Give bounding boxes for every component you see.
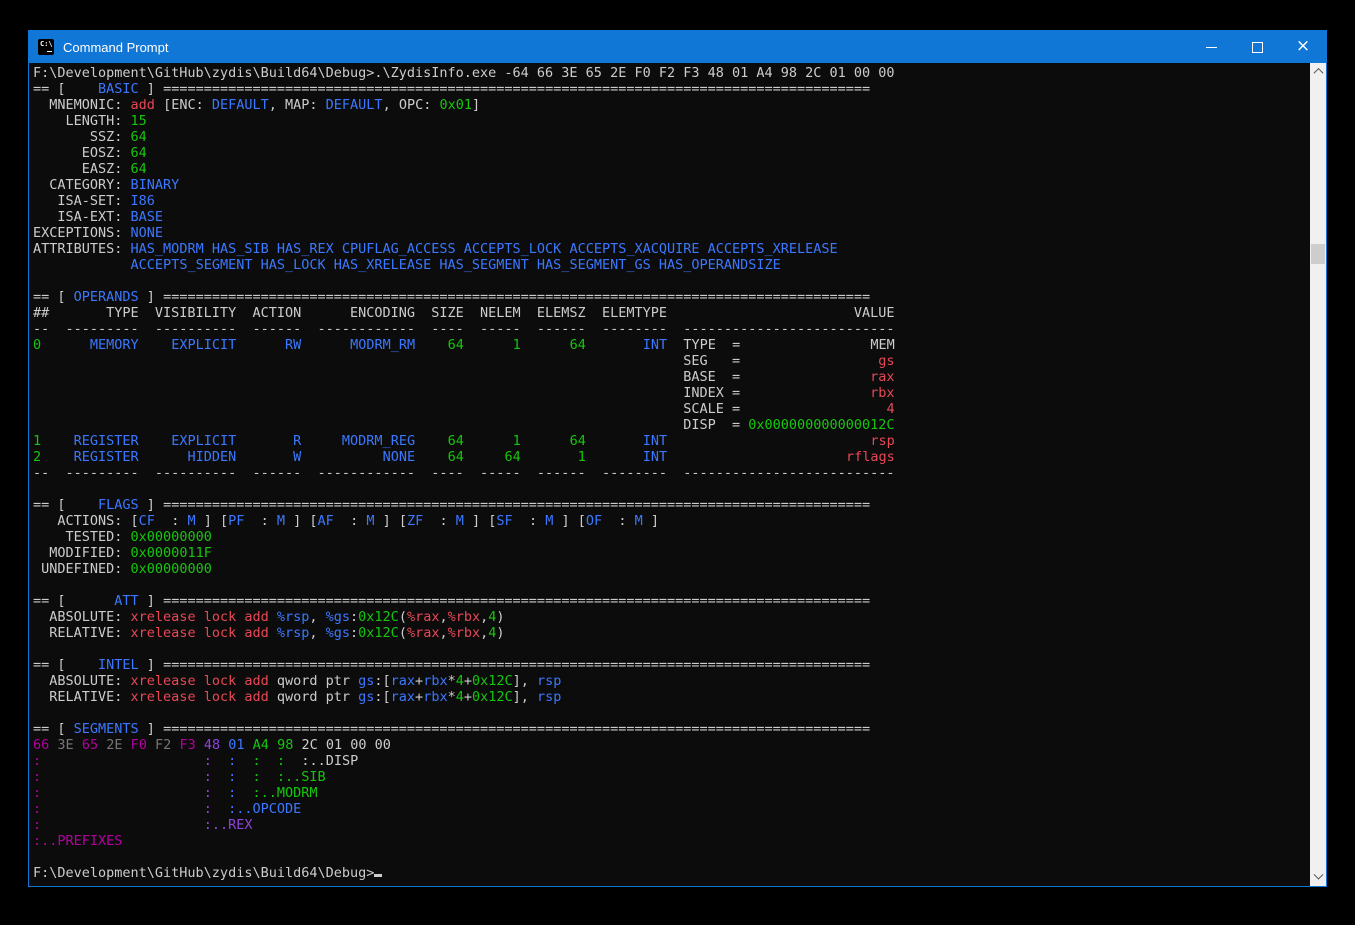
console-line bbox=[33, 481, 1310, 497]
text-cursor bbox=[374, 874, 382, 877]
console-line: ACTIONS: [CF : M ] [PF : M ] [AF : M ] [… bbox=[33, 513, 1310, 529]
maximize-button[interactable] bbox=[1234, 31, 1280, 63]
console-line: CATEGORY: BINARY bbox=[33, 177, 1310, 193]
chevron-down-icon bbox=[1313, 870, 1323, 880]
minimize-icon bbox=[1206, 47, 1217, 48]
console-line: EOSZ: 64 bbox=[33, 145, 1310, 161]
console-line: UNDEFINED: 0x00000000 bbox=[33, 561, 1310, 577]
console-line: INDEX = rbx bbox=[33, 385, 1310, 401]
console-line: SEG = gs bbox=[33, 353, 1310, 369]
console-line: ABSOLUTE: xrelease lock add qword ptr gs… bbox=[33, 673, 1310, 689]
console-line: TESTED: 0x00000000 bbox=[33, 529, 1310, 545]
console-line: ABSOLUTE: xrelease lock add %rsp, %gs:0x… bbox=[33, 609, 1310, 625]
console-line bbox=[33, 577, 1310, 593]
window-title: Command Prompt bbox=[63, 40, 1188, 55]
console-line: == [ FLAGS ] ===========================… bbox=[33, 497, 1310, 513]
console-line: EASZ: 64 bbox=[33, 161, 1310, 177]
console-line: SCALE = 4 bbox=[33, 401, 1310, 417]
console-line: MODIFIED: 0x0000011F bbox=[33, 545, 1310, 561]
console-line: 66 3E 65 2E F0 F2 F3 48 01 A4 98 2C 01 0… bbox=[33, 737, 1310, 753]
console-line: ACCEPTS_SEGMENT HAS_LOCK HAS_XRELEASE HA… bbox=[33, 257, 1310, 273]
console-line: -- --------- ---------- ------ ---------… bbox=[33, 321, 1310, 337]
console-line: F:\Development\GitHub\zydis\Build64\Debu… bbox=[33, 865, 1310, 881]
chevron-up-icon bbox=[1313, 68, 1323, 78]
console-line: == [ OPERANDS ] ========================… bbox=[33, 289, 1310, 305]
console-line: MNEMONIC: add [ENC: DEFAULT, MAP: DEFAUL… bbox=[33, 97, 1310, 113]
close-icon: × bbox=[1296, 38, 1310, 55]
console-line: : :..REX bbox=[33, 817, 1310, 833]
console-line: RELATIVE: xrelease lock add qword ptr gs… bbox=[33, 689, 1310, 705]
scrollbar-thumb[interactable] bbox=[1311, 244, 1325, 264]
console-line: :..PREFIXES bbox=[33, 833, 1310, 849]
console-line: ## TYPE VISIBILITY ACTION ENCODING SIZE … bbox=[33, 305, 1310, 321]
title-bar[interactable]: C:\ Command Prompt × bbox=[29, 31, 1326, 63]
console-line: BASE = rax bbox=[33, 369, 1310, 385]
console-line: : : : : : :..DISP bbox=[33, 753, 1310, 769]
window-controls: × bbox=[1188, 31, 1326, 63]
console-line: EXCEPTIONS: NONE bbox=[33, 225, 1310, 241]
scrollbar-up-button[interactable] bbox=[1310, 63, 1326, 80]
cmd-icon: C:\ bbox=[38, 39, 54, 55]
cmd-icon-cursor bbox=[47, 51, 52, 52]
console-line: : : : :..MODRM bbox=[33, 785, 1310, 801]
console-line: 2 REGISTER HIDDEN W NONE 64 64 1 INT rfl… bbox=[33, 449, 1310, 465]
close-button[interactable]: × bbox=[1280, 31, 1326, 63]
console-line: -- --------- ---------- ------ ---------… bbox=[33, 465, 1310, 481]
command-prompt-window: C:\ Command Prompt × F:\Development\GitH… bbox=[28, 30, 1327, 887]
console-line: : : : : :..SIB bbox=[33, 769, 1310, 785]
console-line: ISA-EXT: BASE bbox=[33, 209, 1310, 225]
console-line bbox=[33, 705, 1310, 721]
minimize-button[interactable] bbox=[1188, 31, 1234, 63]
console-line: 1 REGISTER EXPLICIT R MODRM_REG 64 1 64 … bbox=[33, 433, 1310, 449]
console-line bbox=[33, 641, 1310, 657]
console-line: ATTRIBUTES: HAS_MODRM HAS_SIB HAS_REX CP… bbox=[33, 241, 1310, 257]
console-line: SSZ: 64 bbox=[33, 129, 1310, 145]
console-line: : : :..OPCODE bbox=[33, 801, 1310, 817]
cmd-icon-text: C:\ bbox=[40, 41, 53, 48]
console-line: ISA-SET: I86 bbox=[33, 193, 1310, 209]
console-line: == [ SEGMENTS ] ========================… bbox=[33, 721, 1310, 737]
console-line: F:\Development\GitHub\zydis\Build64\Debu… bbox=[33, 65, 1310, 81]
console-line bbox=[33, 273, 1310, 289]
console-line: RELATIVE: xrelease lock add %rsp, %gs:0x… bbox=[33, 625, 1310, 641]
console-line: == [ ATT ] =============================… bbox=[33, 593, 1310, 609]
console-line: DISP = 0x000000000000012C bbox=[33, 417, 1310, 433]
scrollbar[interactable] bbox=[1310, 63, 1326, 886]
maximize-icon bbox=[1252, 42, 1263, 53]
console-line: 0 MEMORY EXPLICIT RW MODRM_RM 64 1 64 IN… bbox=[33, 337, 1310, 353]
console-line: LENGTH: 15 bbox=[33, 113, 1310, 129]
scrollbar-down-button[interactable] bbox=[1310, 869, 1326, 886]
console-line bbox=[33, 849, 1310, 865]
console-line: == [ BASIC ] ===========================… bbox=[33, 81, 1310, 97]
console-line: == [ INTEL ] ===========================… bbox=[33, 657, 1310, 673]
console-output[interactable]: F:\Development\GitHub\zydis\Build64\Debu… bbox=[29, 63, 1310, 886]
